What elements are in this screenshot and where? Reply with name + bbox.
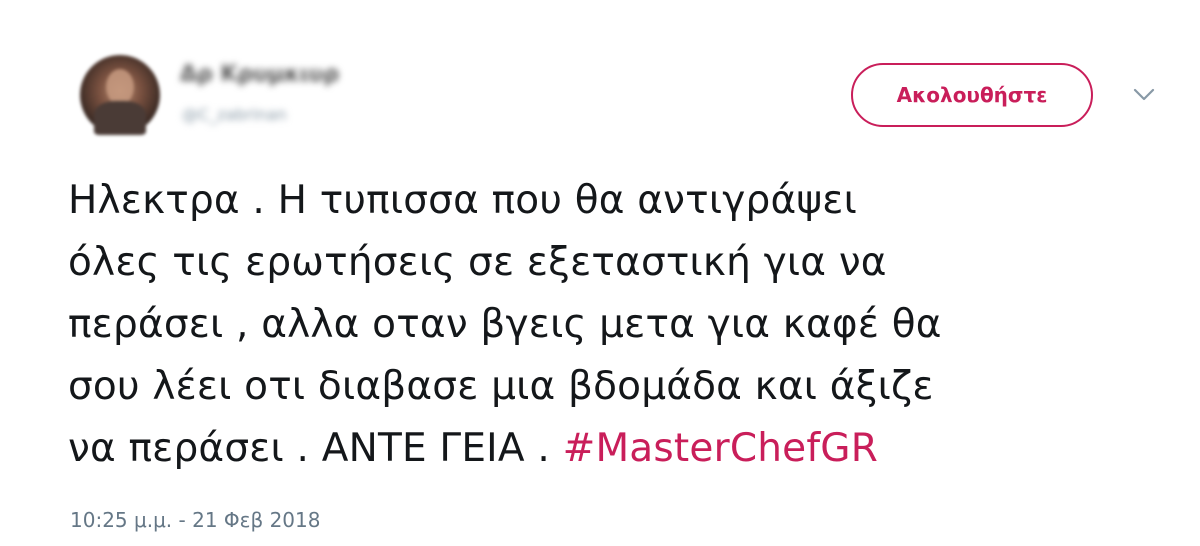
tweet-text-segment: να περάσει . ΑΝΤΕ ΓΕΙΑ . [68, 426, 563, 471]
avatar[interactable] [80, 55, 160, 135]
display-name[interactable]: Δρ Κρυμκιυρ [180, 62, 339, 87]
tweet-text-line: Ηλεκτρα . Η τυπισσα που θα αντιγράψει [68, 178, 857, 223]
user-handle[interactable]: @C_zabrinan [182, 105, 287, 124]
chevron-down-icon[interactable] [1130, 84, 1158, 104]
tweet-card: Δρ Κρυμκιυρ @C_zabrinan Ακολουθήστε Ηλεκ… [0, 0, 1200, 546]
tweet-text: Ηλεκτρα . Η τυπισσα που θα αντιγράψει όλ… [68, 170, 1158, 480]
follow-button[interactable]: Ακολουθήστε [851, 63, 1093, 127]
tweet-text-line: σου λέει οτι διαβασε μια βδομάδα και άξι… [68, 364, 934, 409]
avatar-face [106, 69, 134, 105]
avatar-body [94, 101, 146, 135]
tweet-text-line: όλες τις ερωτήσεις σε εξεταστική για να [68, 240, 887, 285]
tweet-text-line: περάσει , αλλα οταν βγεις μετα για καφέ … [68, 302, 942, 347]
tweet-timestamp[interactable]: 10:25 μ.μ. - 21 Φεβ 2018 [70, 508, 320, 532]
tweet-text-last-line: να περάσει . ΑΝΤΕ ΓΕΙΑ . #MasterChefGR [68, 418, 1158, 480]
hashtag-link[interactable]: #MasterChefGR [563, 426, 878, 471]
